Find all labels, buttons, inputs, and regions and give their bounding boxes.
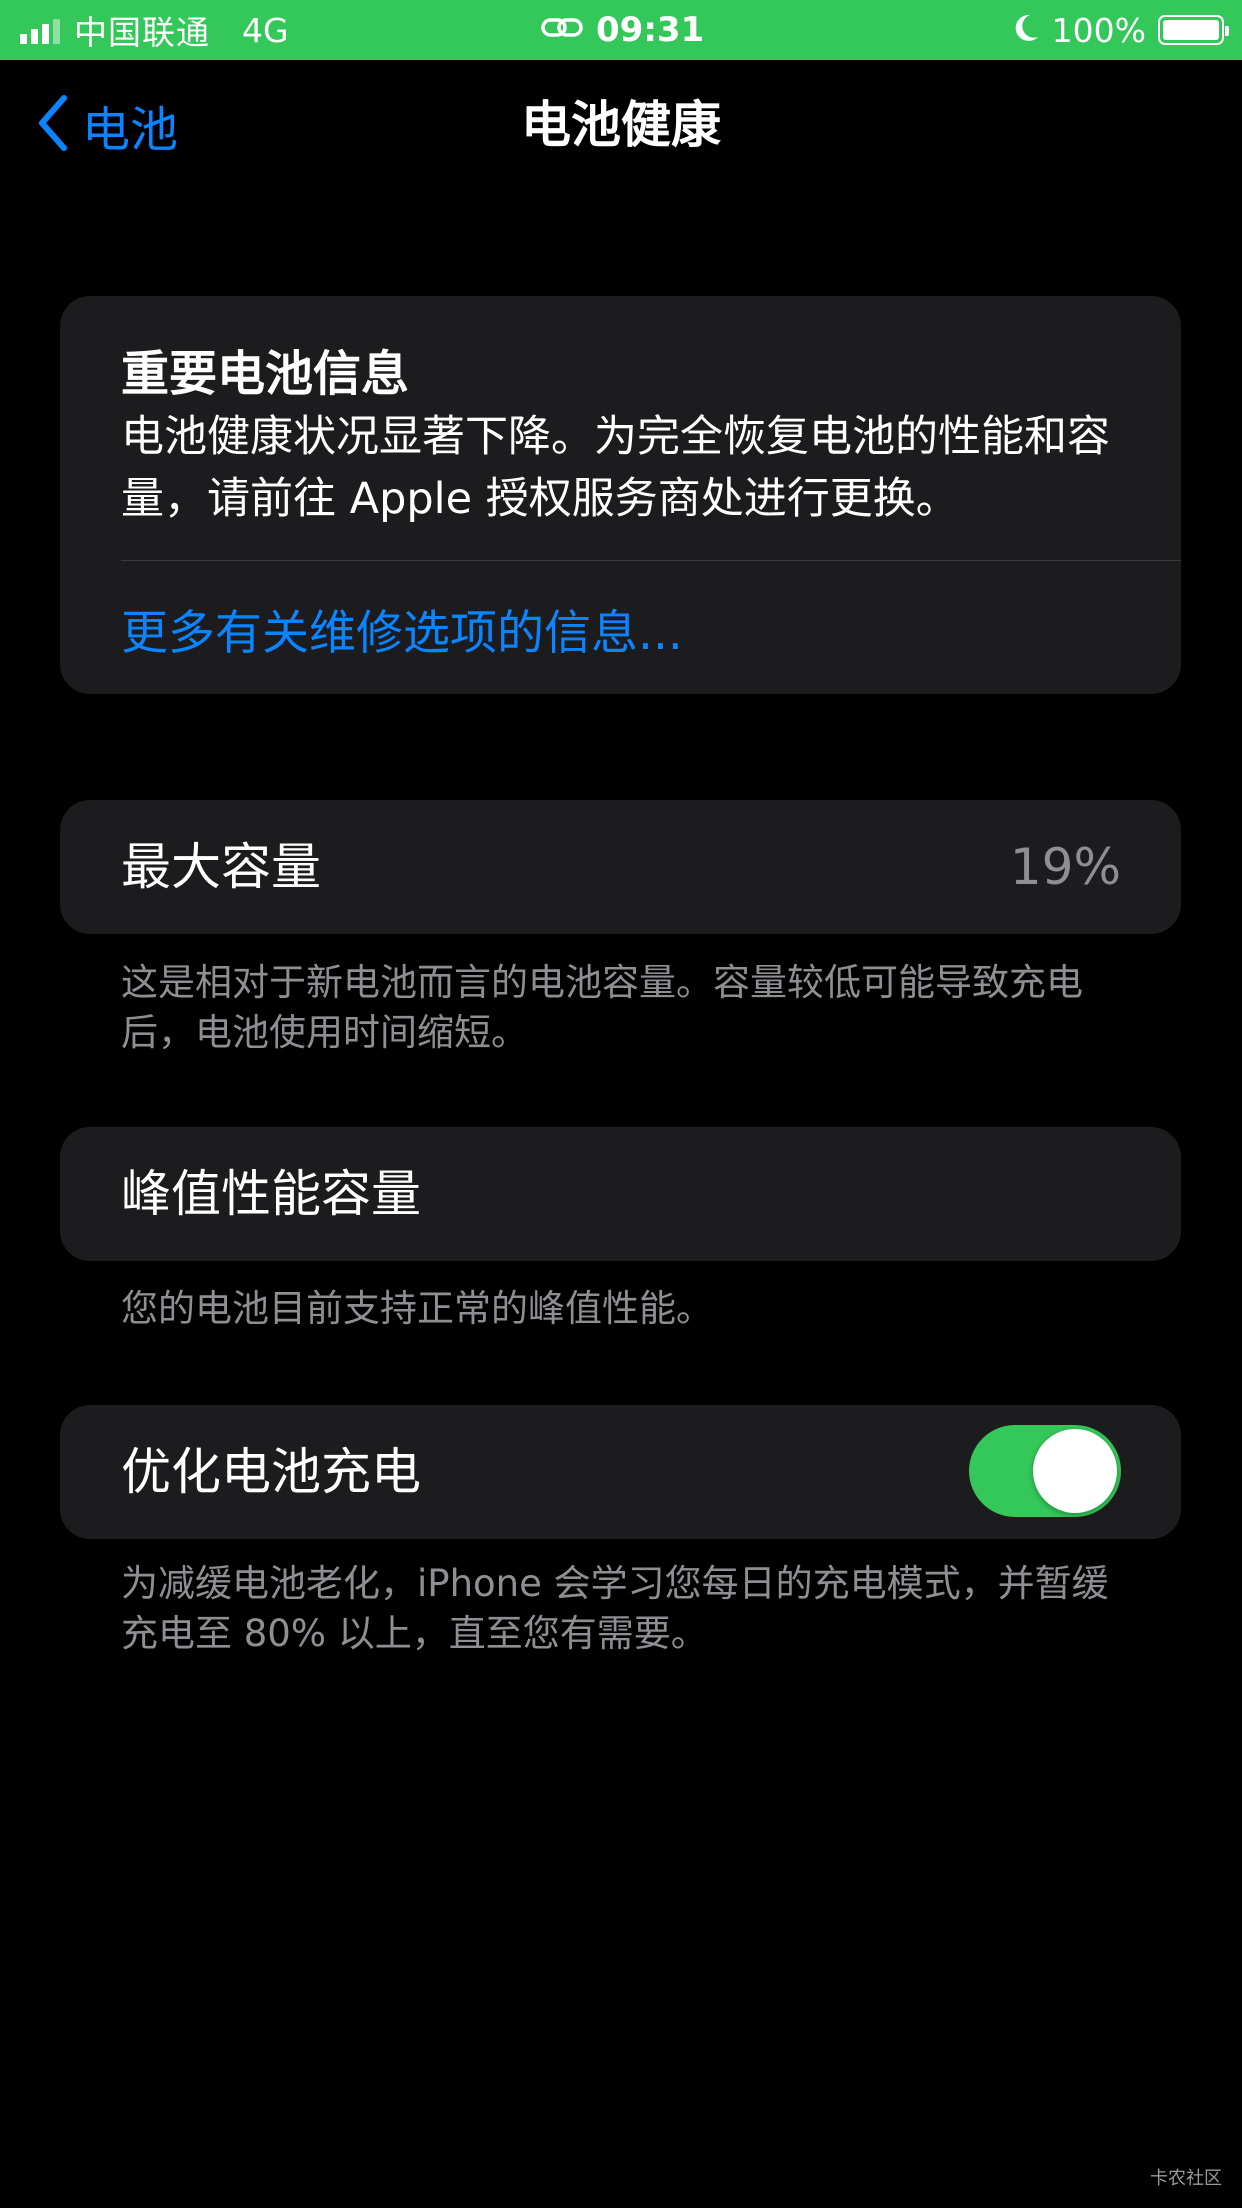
navigation-bar: 电池 电池健康: [0, 60, 1242, 190]
max-capacity-value: 19%: [1009, 838, 1121, 896]
signal-icon: [20, 16, 60, 44]
battery-health-screen: 中国联通 4G 09:31 100% 电池 电池健康 重要电池信息 电池健康状况…: [0, 0, 1242, 2208]
peak-performance-label: 峰值性能容量: [121, 1165, 421, 1223]
battery-percent: 100%: [1051, 10, 1146, 50]
status-center: 09:31: [540, 0, 704, 60]
peak-performance-row: 峰值性能容量: [60, 1127, 1181, 1261]
optimized-charging-toggle[interactable]: [969, 1425, 1121, 1517]
link-icon: [540, 14, 584, 46]
optimized-charging-footnote: 为减缓电池老化，iPhone 会学习您每日的充电模式，并暂缓充电至 80% 以上…: [121, 1562, 1109, 1655]
important-info-body: 电池健康状况显著下降。为完全恢复电池的性能和容量，请前往 Apple 授权服务商…: [121, 412, 1110, 524]
status-time: 09:31: [596, 10, 705, 50]
moon-icon: [1012, 13, 1040, 47]
toggle-knob: [1033, 1429, 1117, 1513]
divider: [121, 560, 1181, 561]
important-info-title: 重要电池信息: [121, 346, 410, 402]
page-title: 电池健康: [521, 96, 721, 154]
max-capacity-row: 最大容量 19%: [60, 800, 1181, 934]
status-bar: 中国联通 4G 09:31 100%: [0, 0, 1242, 60]
carrier-name: 中国联通: [74, 13, 210, 52]
status-left: 中国联通 4G: [20, 0, 289, 60]
status-right: 100%: [1012, 0, 1229, 60]
watermark: 卡农社区: [1150, 2168, 1222, 2189]
optimized-charging-row: 优化电池充电: [60, 1405, 1181, 1539]
repair-options-link[interactable]: 更多有关维修选项的信息...: [121, 594, 683, 663]
optimized-charging-label: 优化电池充电: [121, 1443, 421, 1501]
max-capacity-footnote: 这是相对于新电池而言的电池容量。容量较低可能导致充电后，电池使用时间缩短。: [121, 961, 1083, 1054]
network-type: 4G: [242, 10, 289, 50]
important-battery-info-card: 重要电池信息 电池健康状况显著下降。为完全恢复电池的性能和容量，请前往 Appl…: [60, 296, 1181, 694]
peak-performance-footnote: 您的电池目前支持正常的峰值性能。: [121, 1287, 713, 1330]
battery-icon: [1158, 15, 1229, 45]
max-capacity-label: 最大容量: [121, 838, 321, 896]
